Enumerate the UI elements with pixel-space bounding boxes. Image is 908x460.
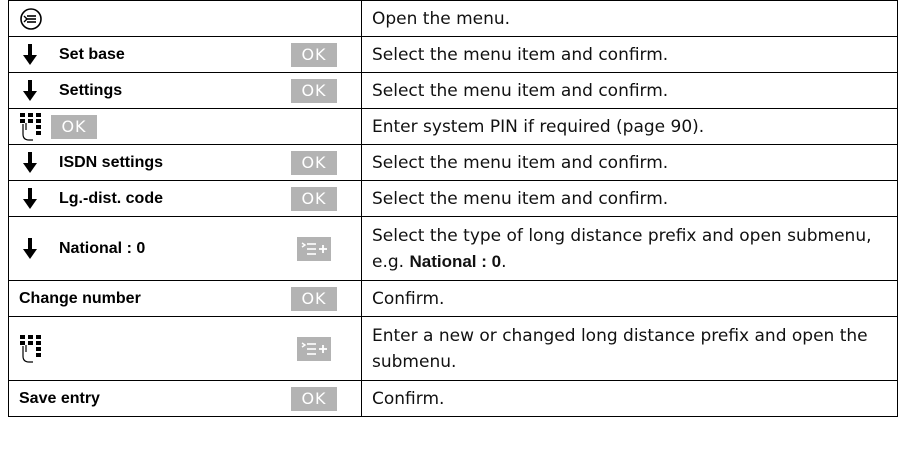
menu-item-label: National : 0 [59,239,146,257]
menu-item-label: Set base [59,45,125,63]
control-cell: ISDN settings OK [8,144,362,181]
ok-softkey[interactable]: OK [51,114,97,139]
table-row: Enter a new or changed long distance pre… [8,316,898,381]
control-cell: Set base OK [8,36,362,73]
control-cell: Settings OK [8,72,362,109]
down-arrow-icon [19,186,41,212]
description-cell: Select the type of long distance prefix … [361,216,898,281]
description-cell: Confirm. [361,380,898,417]
submenu-key-icon[interactable] [297,236,331,261]
ok-softkey[interactable]: OK [291,150,337,175]
ok-softkey[interactable]: OK [291,386,337,411]
description-bold-text: National : 0 [409,251,502,271]
description-cell: Enter a new or changed long distance pre… [361,316,898,381]
description-cell: Select the menu item and confirm. [361,180,898,217]
description-cell: Enter system PIN if required (page 90). [361,108,898,145]
control-cell: Lg.-dist. code OK [8,180,362,217]
description-cell: Confirm. [361,280,898,317]
control-cell: OK [8,108,362,145]
keypad-icon [19,112,45,142]
ok-softkey[interactable]: OK [291,78,337,103]
down-arrow-icon [19,236,41,262]
table-row: Save entry OK Confirm. [8,380,898,417]
menu-item-label: Save entry [19,389,100,407]
table-row: ISDN settings OK Select the menu item an… [8,144,898,181]
description-cell: Open the menu. [361,0,898,37]
down-arrow-icon [19,78,41,104]
description-cell: Select the menu item and confirm. [361,144,898,181]
description-cell: Select the menu item and confirm. [361,72,898,109]
control-cell: National : 0 [8,216,362,281]
control-cell: Change number OK [8,280,362,317]
menu-key-icon [19,7,43,31]
table-row: Settings OK Select the menu item and con… [8,72,898,109]
ok-softkey[interactable]: OK [291,186,337,211]
control-cell: Save entry OK [8,380,362,417]
table-row: OK Enter system PIN if required (page 90… [8,108,898,145]
submenu-key-icon[interactable] [297,336,331,361]
table-row: Change number OK Confirm. [8,280,898,317]
table-row: Set base OK Select the menu item and con… [8,36,898,73]
down-arrow-icon [19,150,41,176]
table-row: National : 0 Select the type of long dis… [8,216,898,281]
description-end: . [501,251,507,272]
menu-item-label: Change number [19,289,141,307]
table-row: Open the menu. [8,0,898,37]
control-cell [8,316,362,381]
down-arrow-icon [19,42,41,68]
control-cell [8,0,362,37]
table-row: Lg.-dist. code OK Select the menu item a… [8,180,898,217]
ok-softkey[interactable]: OK [291,42,337,67]
keypad-icon [19,334,45,364]
menu-item-label: Settings [59,81,123,99]
description-cell: Select the menu item and confirm. [361,36,898,73]
instruction-table: Open the menu. Set base OK Select the me… [8,0,898,417]
menu-item-label: ISDN settings [59,153,164,171]
ok-softkey[interactable]: OK [291,286,337,311]
menu-item-label: Lg.-dist. code [59,189,163,207]
